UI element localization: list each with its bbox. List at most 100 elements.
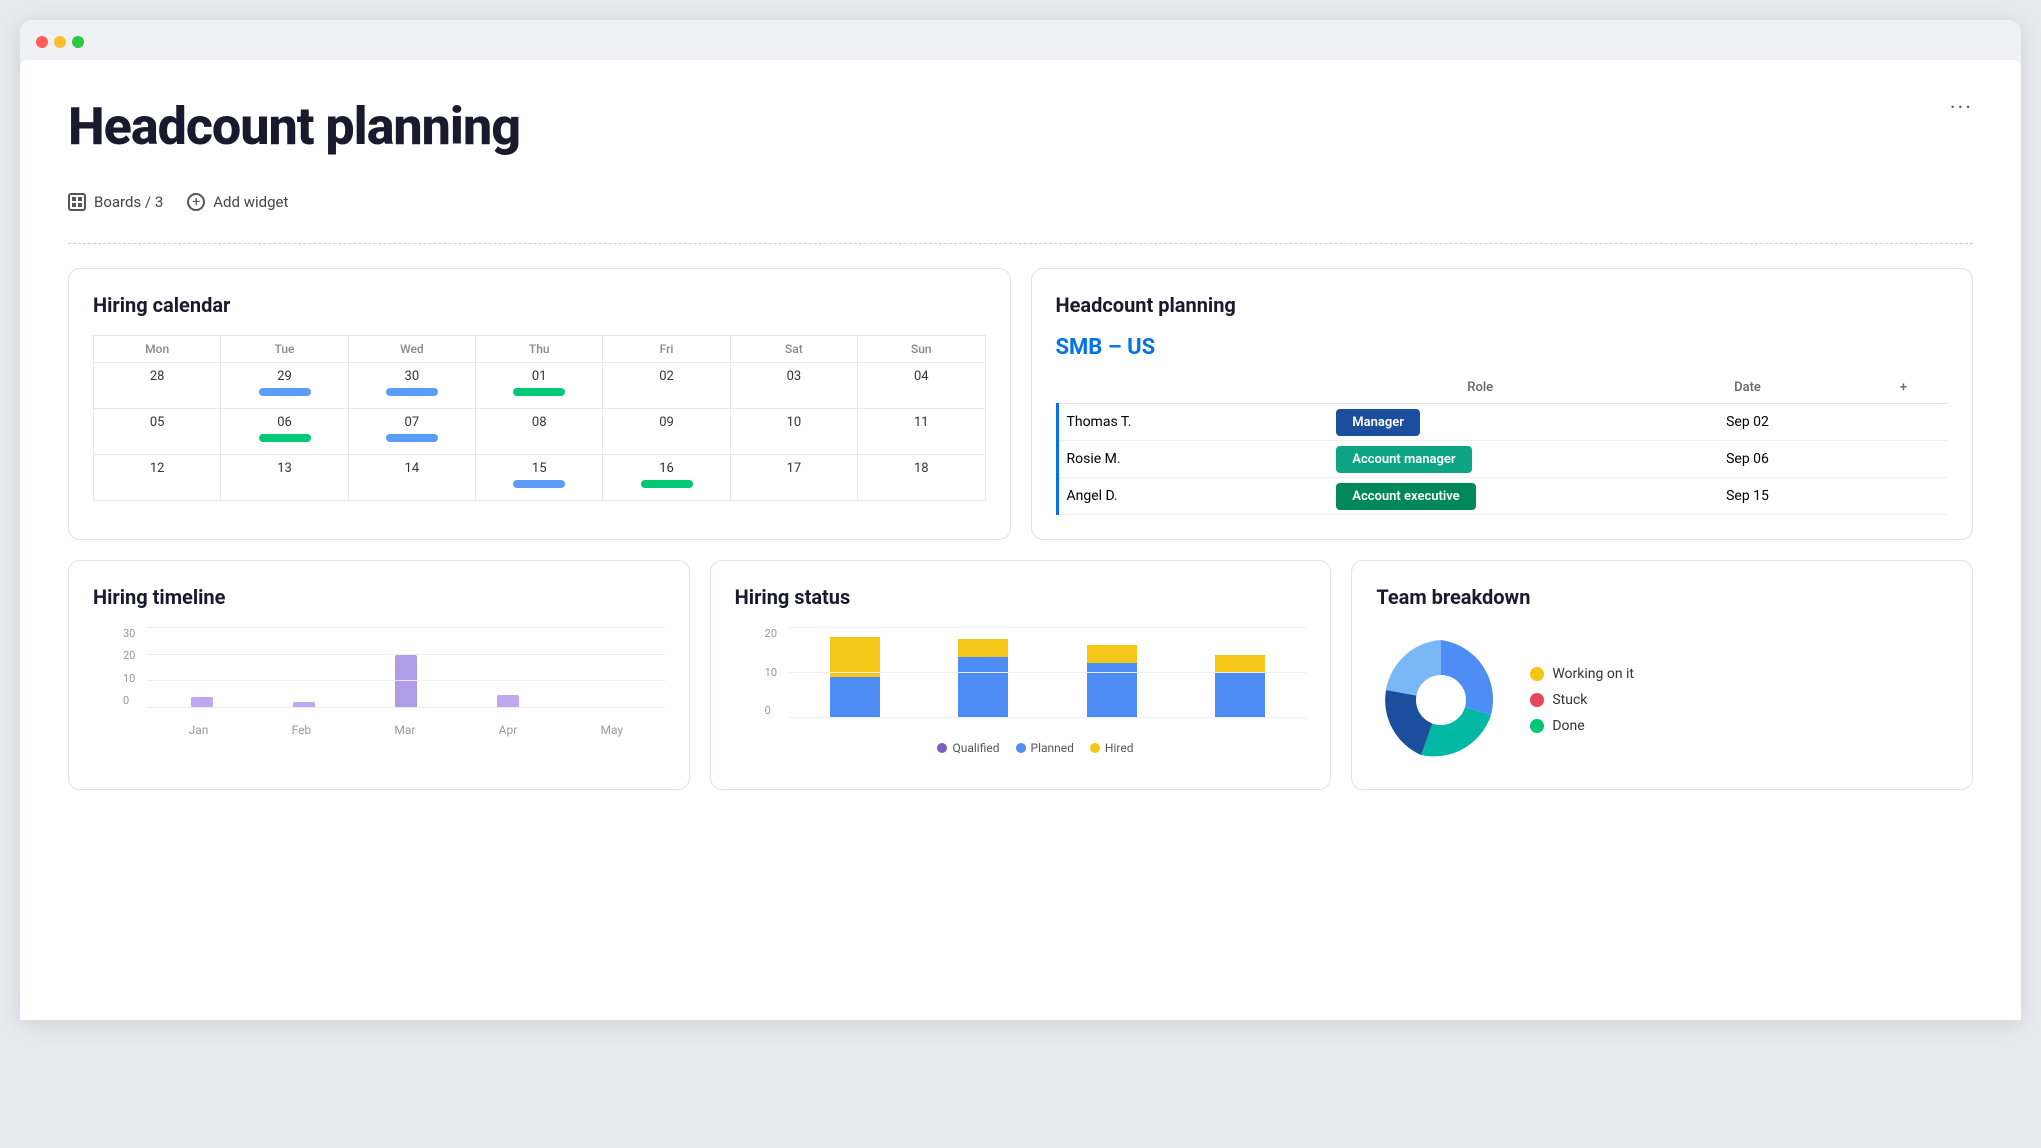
x-label: Mar bbox=[394, 723, 415, 737]
date-cell: Sep 06 bbox=[1636, 441, 1859, 478]
add-icon: + bbox=[187, 193, 205, 211]
headcount-title: Headcount planning bbox=[1056, 293, 1949, 317]
row-action bbox=[1859, 478, 1948, 515]
headcount-table: Role Date + Thomas T. Manager Sep 02 bbox=[1056, 372, 1949, 515]
team-breakdown-widget: Team breakdown bbox=[1351, 560, 1973, 790]
page-title: Headcount planning bbox=[68, 96, 520, 157]
add-widget-button[interactable]: + Add widget bbox=[187, 193, 288, 211]
cal-day-mon: Mon bbox=[94, 336, 221, 363]
cal-cell: 12 bbox=[94, 455, 221, 501]
cal-cell: 04 bbox=[858, 363, 985, 409]
planned-dot bbox=[1016, 743, 1026, 753]
y-label: 20 bbox=[765, 627, 777, 640]
group-title: SMB – US bbox=[1056, 335, 1949, 360]
cal-cell: 13 bbox=[221, 455, 348, 501]
x-axis: Jan Feb Mar Apr May bbox=[123, 723, 665, 737]
cal-cell: 08 bbox=[476, 409, 603, 455]
chart-area bbox=[789, 627, 1307, 717]
hiring-timeline-widget: Hiring timeline 30 20 10 0 bbox=[68, 560, 690, 790]
maximize-dot bbox=[72, 36, 84, 48]
calendar-title: Hiring calendar bbox=[93, 293, 986, 317]
cal-cell: 07 bbox=[348, 409, 475, 455]
cal-cell: 06 bbox=[221, 409, 348, 455]
col-date: Date bbox=[1636, 372, 1859, 404]
y-axis: 30 20 10 0 bbox=[123, 627, 135, 707]
cal-cell: 10 bbox=[730, 409, 857, 455]
legend-working: Working on it bbox=[1530, 666, 1634, 682]
chart-area bbox=[147, 627, 665, 707]
legend-hired-label: Hired bbox=[1105, 741, 1134, 755]
legend-planned-label: Planned bbox=[1031, 741, 1074, 755]
status-title: Hiring status bbox=[735, 585, 1307, 609]
stuck-dot bbox=[1530, 693, 1544, 707]
divider bbox=[68, 243, 1973, 244]
headcount-planning-widget: Headcount planning SMB – US Role Date + bbox=[1031, 268, 1974, 540]
role-cell: Account executive bbox=[1324, 478, 1636, 515]
cal-day-wed: Wed bbox=[348, 336, 475, 363]
col-name bbox=[1057, 372, 1324, 404]
cal-cell: 28 bbox=[94, 363, 221, 409]
x-label: May bbox=[600, 723, 623, 737]
status-legend: Qualified Planned Hired bbox=[765, 741, 1307, 755]
y-label: 30 bbox=[123, 627, 135, 640]
role-badge: Account executive bbox=[1336, 483, 1475, 510]
cal-cell: 14 bbox=[348, 455, 475, 501]
row-action bbox=[1859, 404, 1948, 441]
y-label: 0 bbox=[765, 704, 777, 717]
more-options-button[interactable]: ··· bbox=[1950, 96, 1973, 121]
add-widget-label: Add widget bbox=[213, 193, 288, 211]
cal-cell: 15 bbox=[476, 455, 603, 501]
role-cell: Account manager bbox=[1324, 441, 1636, 478]
date-cell: Sep 15 bbox=[1636, 478, 1859, 515]
person-name: Rosie M. bbox=[1057, 441, 1324, 478]
cal-cell: 16 bbox=[603, 455, 730, 501]
hiring-status-widget: Hiring status 20 10 0 bbox=[710, 560, 1332, 790]
row-action bbox=[1859, 441, 1948, 478]
person-name: Thomas T. bbox=[1057, 404, 1324, 441]
timeline-chart: 30 20 10 0 bbox=[93, 627, 665, 737]
legend-stuck: Stuck bbox=[1530, 692, 1634, 708]
hired-bar bbox=[958, 639, 1008, 657]
status-chart: 20 10 0 bbox=[735, 627, 1307, 755]
role-badge: Manager bbox=[1336, 409, 1420, 436]
cal-day-fri: Fri bbox=[603, 336, 730, 363]
cal-cell: 09 bbox=[603, 409, 730, 455]
pie-chart bbox=[1376, 635, 1506, 765]
table-row: Thomas T. Manager Sep 02 bbox=[1057, 404, 1948, 441]
cal-cell: 18 bbox=[858, 455, 985, 501]
table-row: Rosie M. Account manager Sep 06 bbox=[1057, 441, 1948, 478]
role-cell: Manager bbox=[1324, 404, 1636, 441]
toolbar: Boards / 3 + Add widget bbox=[68, 193, 1973, 211]
cal-cell: 30 bbox=[348, 363, 475, 409]
cal-cell: 01 bbox=[476, 363, 603, 409]
legend-qualified-label: Qualified bbox=[952, 741, 999, 755]
boards-nav[interactable]: Boards / 3 bbox=[68, 193, 163, 211]
legend-hired: Hired bbox=[1090, 741, 1134, 755]
col-add[interactable]: + bbox=[1859, 372, 1948, 404]
hiring-calendar-widget: Hiring calendar Mon Tue Wed Thu Fri Sat … bbox=[68, 268, 1011, 540]
y-label: 10 bbox=[123, 672, 135, 685]
stuck-label: Stuck bbox=[1552, 692, 1587, 708]
hired-bar bbox=[1215, 655, 1265, 673]
team-breakdown-content: Working on it Stuck Done bbox=[1376, 627, 1948, 765]
cal-cell: 02 bbox=[603, 363, 730, 409]
legend-qualified: Qualified bbox=[937, 741, 999, 755]
timeline-title: Hiring timeline bbox=[93, 585, 665, 609]
minimize-dot bbox=[54, 36, 66, 48]
planned-bar bbox=[1215, 673, 1265, 717]
done-label: Done bbox=[1552, 718, 1584, 734]
y-axis: 20 10 0 bbox=[765, 627, 777, 717]
qualified-dot bbox=[937, 743, 947, 753]
cal-day-sat: Sat bbox=[730, 336, 857, 363]
y-label: 0 bbox=[123, 694, 135, 707]
hired-dot bbox=[1090, 743, 1100, 753]
y-label: 20 bbox=[123, 649, 135, 662]
planned-bar bbox=[958, 657, 1008, 717]
hired-bar bbox=[830, 637, 880, 677]
planned-bar bbox=[830, 677, 880, 717]
cal-cell: 29 bbox=[221, 363, 348, 409]
working-dot bbox=[1530, 667, 1544, 681]
x-label: Apr bbox=[499, 723, 518, 737]
calendar-row: 12 13 14 15 16 17 18 bbox=[94, 455, 986, 501]
calendar-row: 05 06 07 08 09 10 11 bbox=[94, 409, 986, 455]
